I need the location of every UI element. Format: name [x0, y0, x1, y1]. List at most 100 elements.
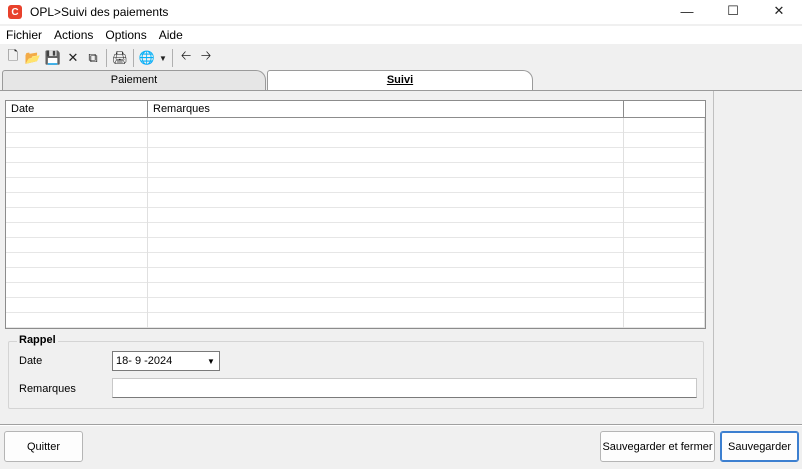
forward-arrow-icon[interactable]: 🡢 [196, 48, 216, 68]
table-cell[interactable] [624, 163, 705, 178]
table-cell[interactable] [148, 193, 624, 208]
open-folder-icon[interactable]: 📂 [23, 48, 43, 68]
globe-icon[interactable]: 🌐 [137, 48, 157, 68]
column-header-remarques[interactable]: Remarques [148, 101, 624, 118]
table-row[interactable] [6, 283, 705, 298]
table-cell[interactable] [6, 178, 148, 193]
save-and-close-button[interactable]: Sauvegarder et fermer [600, 431, 715, 462]
quit-button[interactable]: Quitter [4, 431, 83, 462]
menu-options[interactable]: Options [99, 26, 152, 44]
table-cell[interactable] [148, 163, 624, 178]
table-cell[interactable] [6, 238, 148, 253]
grid-body [6, 118, 705, 328]
table-cell[interactable] [148, 298, 624, 313]
table-cell[interactable] [148, 313, 624, 328]
table-row[interactable] [6, 268, 705, 283]
table-cell[interactable] [6, 118, 148, 133]
tab-paiement[interactable]: Paiement [2, 70, 266, 91]
table-cell[interactable] [624, 148, 705, 163]
table-cell[interactable] [6, 313, 148, 328]
new-document-icon[interactable]: 🗋 [3, 48, 23, 68]
chevron-down-icon[interactable]: ▼ [157, 48, 169, 68]
rappel-remarks-input[interactable] [112, 378, 697, 398]
table-cell[interactable] [624, 208, 705, 223]
window-title: OPL>Suivi des paiements [30, 5, 169, 19]
table-cell[interactable] [6, 283, 148, 298]
table-cell[interactable] [148, 118, 624, 133]
table-cell[interactable] [624, 133, 705, 148]
column-header-extra[interactable] [624, 101, 705, 118]
table-cell[interactable] [624, 178, 705, 193]
rappel-date-picker[interactable]: 18- 9 -2024 ▼ [112, 351, 220, 371]
table-cell[interactable] [624, 313, 705, 328]
toolbar-separator [172, 49, 173, 67]
table-cell[interactable] [148, 268, 624, 283]
tab-strip: Paiement Suivi [0, 70, 802, 92]
menu-bar: Fichier Actions Options Aide [0, 26, 802, 44]
table-row[interactable] [6, 178, 705, 193]
table-row[interactable] [6, 223, 705, 238]
maximize-icon[interactable]: ☐ [710, 0, 756, 22]
window-controls: — ☐ ✕ [664, 0, 802, 22]
table-row[interactable] [6, 133, 705, 148]
table-cell[interactable] [624, 298, 705, 313]
menu-aide[interactable]: Aide [153, 26, 189, 44]
rappel-date-label: Date [19, 355, 43, 367]
menu-fichier[interactable]: Fichier [0, 26, 48, 44]
print-icon[interactable]: 🖨 [110, 48, 130, 68]
table-row[interactable] [6, 298, 705, 313]
table-cell[interactable] [148, 178, 624, 193]
delete-icon[interactable]: ✕ [63, 48, 83, 68]
table-cell[interactable] [624, 223, 705, 238]
table-cell[interactable] [6, 253, 148, 268]
minimize-icon[interactable]: — [664, 0, 710, 22]
toolbar-separator [106, 49, 107, 67]
table-cell[interactable] [6, 268, 148, 283]
table-cell[interactable] [148, 148, 624, 163]
table-row[interactable] [6, 118, 705, 133]
table-cell[interactable] [148, 223, 624, 238]
table-cell[interactable] [6, 223, 148, 238]
copy-icon[interactable]: ⧉ [83, 48, 103, 68]
table-row[interactable] [6, 163, 705, 178]
toolbar-separator [133, 49, 134, 67]
table-cell[interactable] [148, 133, 624, 148]
table-cell[interactable] [624, 268, 705, 283]
column-header-date[interactable]: Date [6, 101, 148, 118]
chevron-down-icon[interactable]: ▼ [204, 353, 218, 369]
table-row[interactable] [6, 193, 705, 208]
table-cell[interactable] [6, 163, 148, 178]
app-logo-icon: C [8, 5, 22, 19]
rappel-remarks-label: Remarques [19, 383, 76, 395]
table-cell[interactable] [624, 118, 705, 133]
table-cell[interactable] [624, 283, 705, 298]
table-row[interactable] [6, 208, 705, 223]
close-icon[interactable]: ✕ [756, 0, 802, 22]
table-cell[interactable] [6, 208, 148, 223]
table-row[interactable] [6, 313, 705, 328]
table-cell[interactable] [6, 148, 148, 163]
table-cell[interactable] [624, 238, 705, 253]
toolbar: 🗋 📂 💾 ✕ ⧉ 🖨 🌐 ▼ 🡠 🡢 [0, 46, 802, 70]
table-cell[interactable] [624, 253, 705, 268]
table-cell[interactable] [6, 193, 148, 208]
save-icon[interactable]: 💾 [43, 48, 63, 68]
save-button[interactable]: Sauvegarder [720, 431, 799, 462]
table-row[interactable] [6, 253, 705, 268]
table-row[interactable] [6, 238, 705, 253]
rappel-date-value: 18- 9 -2024 [116, 355, 173, 367]
tab-suivi[interactable]: Suivi [267, 70, 533, 91]
menu-actions[interactable]: Actions [48, 26, 99, 44]
table-cell[interactable] [148, 253, 624, 268]
table-cell[interactable] [148, 238, 624, 253]
bottom-separator [0, 424, 802, 426]
table-cell[interactable] [6, 133, 148, 148]
back-arrow-icon[interactable]: 🡠 [176, 48, 196, 68]
suivi-grid[interactable]: Date Remarques [5, 100, 706, 329]
table-row[interactable] [6, 148, 705, 163]
table-cell[interactable] [148, 283, 624, 298]
table-cell[interactable] [624, 193, 705, 208]
table-cell[interactable] [148, 208, 624, 223]
table-cell[interactable] [6, 298, 148, 313]
rappel-legend: Rappel [17, 334, 58, 346]
